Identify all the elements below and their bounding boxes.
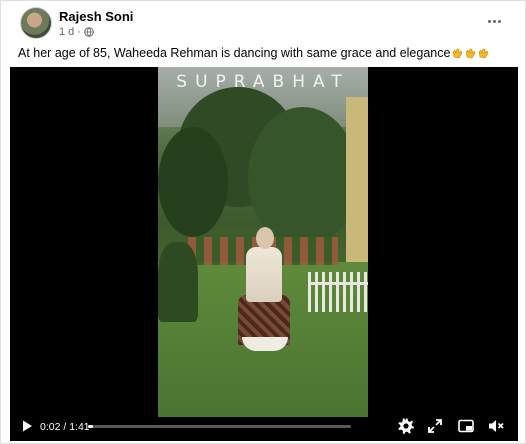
post-meta: 1 d · (59, 26, 94, 38)
mute-icon[interactable] (487, 417, 505, 435)
post-caption: At her age of 85, Waheeda Rehman is danc… (18, 46, 489, 60)
clapping-hands-icon (479, 48, 489, 59)
dot-icon (487, 19, 491, 23)
post-header: Rajesh Soni 1 d · (1, 1, 525, 41)
more-options-button[interactable] (479, 9, 509, 33)
video-player[interactable]: SUPRABHAT 0:02 / 1:41 (10, 67, 518, 441)
progress-bar[interactable] (88, 425, 351, 428)
expand-icon[interactable] (426, 417, 444, 435)
video-time: 0:02 / 1:41 (40, 421, 90, 433)
clapping-hands-icon (466, 48, 476, 59)
dancer-body (246, 247, 282, 302)
video-tree (158, 127, 228, 237)
avatar[interactable] (20, 7, 52, 39)
video-watermark: SUPRABHAT (176, 72, 350, 92)
play-icon[interactable] (20, 419, 34, 433)
post-card: Rajesh Soni 1 d · At her age of 85, Wahe… (0, 0, 526, 444)
picture-in-picture-icon[interactable] (457, 417, 475, 435)
video-controls: 0:02 / 1:41 (10, 411, 518, 441)
dot-icon (492, 19, 496, 23)
caption-text: At her age of 85, Waheeda Rehman is danc… (18, 46, 451, 60)
dot-icon (497, 19, 501, 23)
dancer-hem (242, 337, 288, 351)
author-name[interactable]: Rajesh Soni (59, 9, 133, 24)
progress-fill (88, 425, 94, 428)
gear-icon[interactable] (397, 417, 415, 435)
meta-separator: · (77, 26, 81, 38)
video-wall (346, 97, 368, 277)
video-tree (248, 107, 358, 247)
dancer-head (256, 227, 274, 249)
video-bush (158, 242, 198, 322)
video-fence (308, 272, 368, 312)
video-frame[interactable]: SUPRABHAT (158, 67, 368, 417)
post-timestamp[interactable]: 1 d (59, 26, 74, 38)
globe-icon (84, 27, 94, 37)
video-fence-rail (308, 282, 368, 285)
clapping-hands-icon (453, 48, 463, 59)
